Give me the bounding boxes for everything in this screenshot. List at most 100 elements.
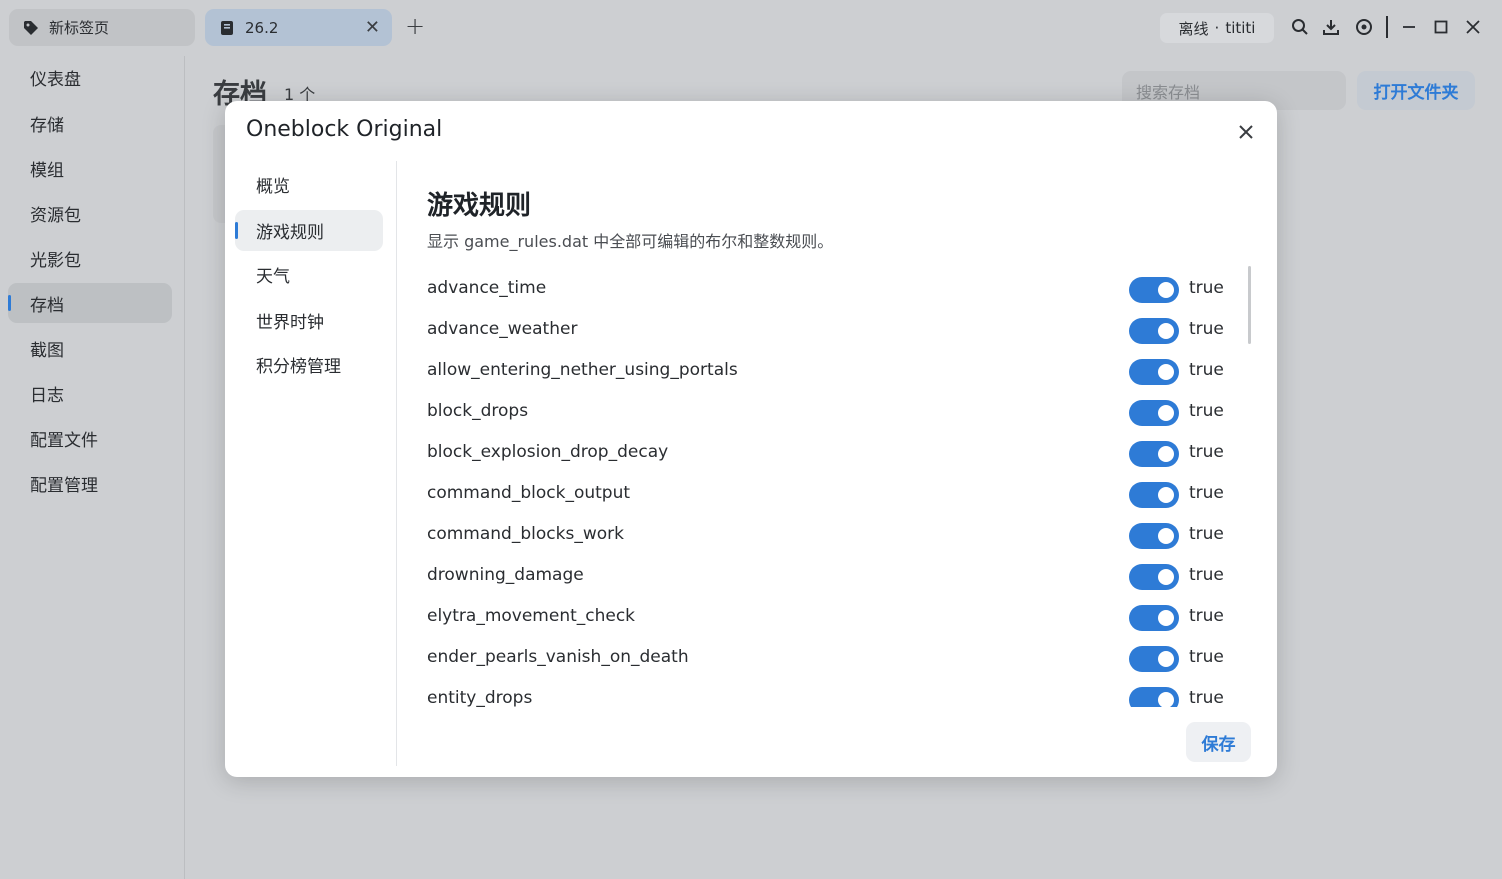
nav-overview[interactable]: 概览 xyxy=(235,164,383,205)
tab-label: 26.2 xyxy=(245,18,279,37)
nav-label: 积分榜管理 xyxy=(256,357,341,377)
rule-toggle[interactable] xyxy=(1129,359,1179,385)
sidebar-item-dashboard[interactable]: 仪表盘 xyxy=(8,57,172,97)
close-dialog-icon[interactable] xyxy=(1235,121,1257,143)
section-title: 游戏规则 xyxy=(427,191,532,221)
title-bar: 新标签页 26.2 ✕ + 离线 · tititi xyxy=(0,0,1502,56)
nav-label: 概览 xyxy=(256,177,290,197)
download-icon[interactable] xyxy=(1320,16,1342,38)
book-icon xyxy=(219,20,235,36)
sidebar-item-label: 截图 xyxy=(30,340,64,361)
rule-value: true xyxy=(1189,401,1224,421)
nav-label: 天气 xyxy=(256,267,290,287)
rule-name: ender_pearls_vanish_on_death xyxy=(427,647,689,667)
tab-new[interactable]: 新标签页 xyxy=(9,9,195,46)
list-item: elytra_movement_check true xyxy=(415,597,1235,638)
rule-toggle[interactable] xyxy=(1129,523,1179,549)
rule-value: true xyxy=(1189,360,1224,380)
search-placeholder: 搜索存档 xyxy=(1136,82,1201,102)
nav-weather[interactable]: 天气 xyxy=(235,254,383,295)
nav-scoreboard[interactable]: 积分榜管理 xyxy=(235,344,383,385)
account-status: 离线 xyxy=(1178,19,1209,38)
search-icon[interactable] xyxy=(1289,16,1311,38)
sidebar-item-label: 存档 xyxy=(30,295,64,316)
rule-toggle[interactable] xyxy=(1129,277,1179,303)
sidebar-item-label: 资源包 xyxy=(30,205,81,226)
rule-name: advance_time xyxy=(427,278,547,298)
rule-name: drowning_damage xyxy=(427,565,584,585)
list-item: command_blocks_work true xyxy=(415,515,1235,556)
sidebar-item-label: 配置管理 xyxy=(30,475,98,496)
rule-value: true xyxy=(1189,483,1224,503)
list-item: advance_weather true xyxy=(415,310,1235,351)
list-item: command_block_output true xyxy=(415,474,1235,515)
list-item: entity_drops true xyxy=(415,679,1235,707)
sidebar-item-configs[interactable]: 配置文件 xyxy=(8,418,172,458)
nav-gamerules[interactable]: 游戏规则 xyxy=(235,210,383,251)
world-settings-dialog: Oneblock Original 概览 游戏规则 天气 世界时钟 积分榜管理 … xyxy=(225,101,1277,777)
open-folder-button[interactable]: 打开文件夹 xyxy=(1357,71,1475,110)
rule-value: true xyxy=(1189,565,1224,585)
sidebar-item-mods[interactable]: 模组 xyxy=(8,148,172,188)
new-tab-button[interactable]: + xyxy=(405,12,425,40)
nav-world-clock[interactable]: 世界时钟 xyxy=(235,300,383,341)
sidebar-item-label: 存储 xyxy=(30,115,64,136)
sidebar-item-label: 模组 xyxy=(30,160,64,181)
rule-toggle[interactable] xyxy=(1129,441,1179,467)
dialog-nav: 概览 游戏规则 天气 世界时钟 积分榜管理 xyxy=(225,161,397,766)
account-badge[interactable]: 离线 · tititi xyxy=(1160,13,1274,43)
rule-toggle[interactable] xyxy=(1129,482,1179,508)
save-button[interactable]: 保存 xyxy=(1186,722,1251,762)
sidebar-item-resourcepacks[interactable]: 资源包 xyxy=(8,193,172,233)
tab-label: 新标签页 xyxy=(49,19,110,37)
rule-name: block_drops xyxy=(427,401,529,421)
nav-label: 世界时钟 xyxy=(256,313,324,333)
rule-value: true xyxy=(1189,524,1224,544)
rule-name: allow_entering_nether_using_portals xyxy=(427,360,738,380)
rule-value: true xyxy=(1189,688,1224,707)
list-item: block_drops true xyxy=(415,392,1235,433)
rule-toggle[interactable] xyxy=(1129,605,1179,631)
rule-value: true xyxy=(1189,278,1224,298)
account-separator: · xyxy=(1214,19,1220,37)
list-item: allow_entering_nether_using_portals true xyxy=(415,351,1235,392)
sidebar-item-screenshots[interactable]: 截图 xyxy=(8,328,172,368)
maximize-icon[interactable] xyxy=(1430,16,1452,38)
list-item: block_explosion_drop_decay true xyxy=(415,433,1235,474)
account-user: tititi xyxy=(1225,19,1256,37)
rule-toggle[interactable] xyxy=(1129,564,1179,590)
rule-name: block_explosion_drop_decay xyxy=(427,442,669,462)
tag-icon xyxy=(23,20,39,36)
rule-toggle[interactable] xyxy=(1129,400,1179,426)
close-tab-icon[interactable]: ✕ xyxy=(365,17,380,38)
section-description: 显示 game_rules.dat 中全部可编辑的布尔和整数规则。 xyxy=(427,232,834,251)
target-icon[interactable] xyxy=(1353,16,1375,38)
rule-toggle[interactable] xyxy=(1129,687,1179,707)
sidebar-item-label: 仪表盘 xyxy=(30,69,81,90)
sidebar-item-logs[interactable]: 日志 xyxy=(8,373,172,413)
sidebar-item-label: 配置文件 xyxy=(30,430,98,451)
rule-value: true xyxy=(1189,442,1224,462)
sidebar-item-saves[interactable]: 存档 xyxy=(8,283,172,323)
dialog-title: Oneblock Original xyxy=(246,117,443,142)
tab-active[interactable]: 26.2 ✕ xyxy=(205,9,392,46)
nav-label: 游戏规则 xyxy=(256,223,324,243)
minimize-icon[interactable] xyxy=(1398,16,1420,38)
list-item: advance_time true xyxy=(415,269,1235,310)
rule-name: elytra_movement_check xyxy=(427,606,636,626)
rule-name: entity_drops xyxy=(427,688,533,707)
sidebar-item-label: 日志 xyxy=(30,385,64,406)
close-window-icon[interactable] xyxy=(1462,16,1484,38)
list-item: drowning_damage true xyxy=(415,556,1235,597)
sidebar-item-storage[interactable]: 存储 xyxy=(8,103,172,143)
rules-scrollbar[interactable] xyxy=(1248,266,1251,344)
toolbar-divider xyxy=(1386,16,1388,38)
rule-value: true xyxy=(1189,647,1224,667)
sidebar-item-shaderpacks[interactable]: 光影包 xyxy=(8,238,172,278)
rule-toggle[interactable] xyxy=(1129,646,1179,672)
rule-name: command_blocks_work xyxy=(427,524,624,544)
sidebar-item-label: 光影包 xyxy=(30,250,81,271)
rule-toggle[interactable] xyxy=(1129,318,1179,344)
sidebar-item-config-manager[interactable]: 配置管理 xyxy=(8,463,172,503)
list-item: ender_pearls_vanish_on_death true xyxy=(415,638,1235,679)
